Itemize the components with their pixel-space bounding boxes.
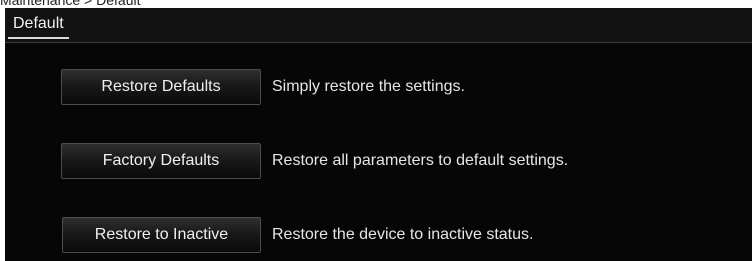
restore-to-inactive-button[interactable]: Restore to Inactive: [62, 217, 261, 253]
restore-defaults-button[interactable]: Restore Defaults: [61, 69, 261, 105]
tab-default[interactable]: Default: [8, 11, 69, 39]
restore-defaults-row: Restore Defaults Simply restore the sett…: [5, 69, 752, 105]
factory-defaults-button[interactable]: Factory Defaults: [61, 143, 261, 179]
restore-defaults-description: Simply restore the settings.: [272, 78, 465, 95]
default-settings-panel: Default Restore Defaults Simply restore …: [5, 8, 752, 261]
restore-to-inactive-row: Restore to Inactive Restore the device t…: [5, 217, 752, 253]
restore-to-inactive-description: Restore the device to inactive status.: [272, 226, 534, 243]
factory-defaults-description: Restore all parameters to default settin…: [272, 152, 569, 169]
factory-defaults-row: Factory Defaults Restore all parameters …: [5, 143, 752, 179]
tab-bar: Default: [5, 8, 752, 43]
